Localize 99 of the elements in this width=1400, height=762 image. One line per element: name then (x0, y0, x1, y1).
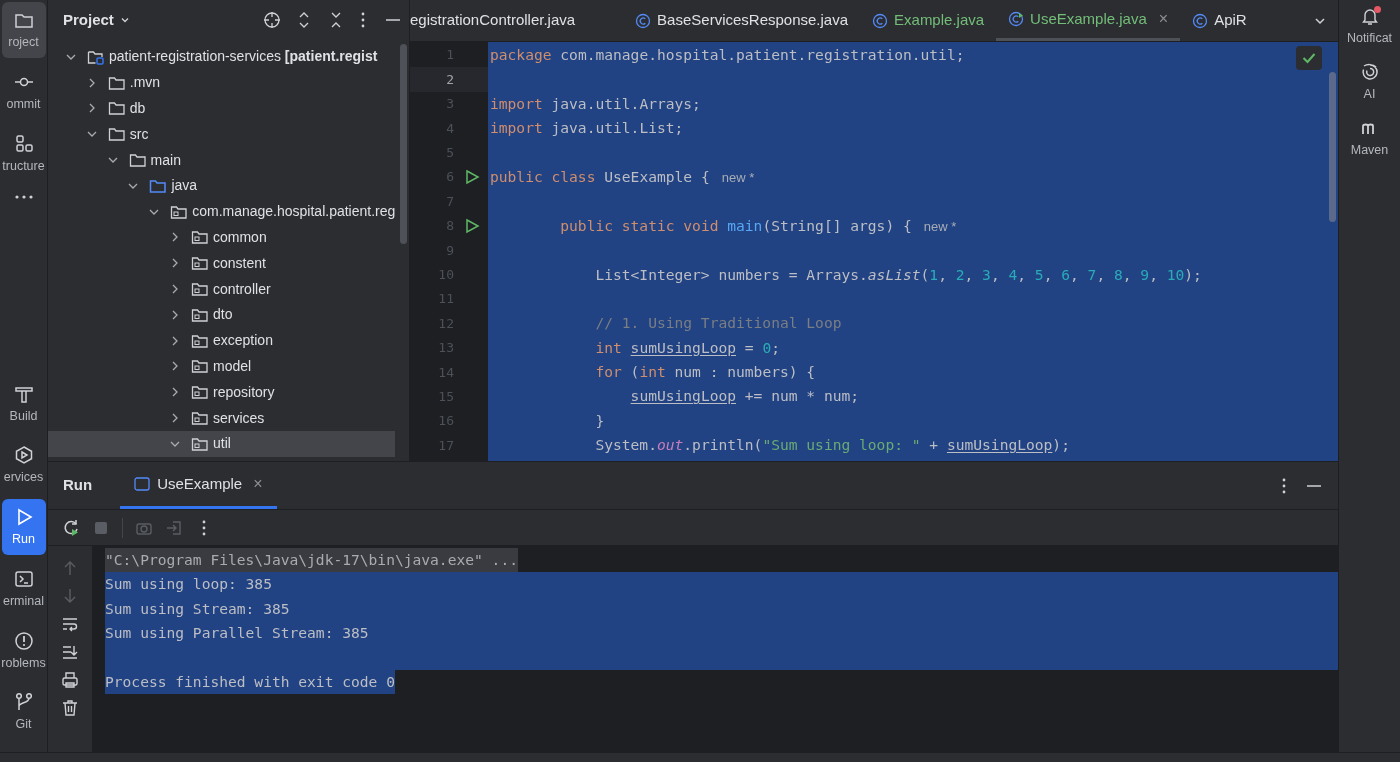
folder-icon (107, 126, 126, 143)
class-icon (635, 12, 652, 29)
tree-item[interactable]: common (213, 226, 267, 248)
code-line: public class UseExample { new * (489, 166, 755, 187)
tool-window-button[interactable]: Notificat (1340, 6, 1399, 48)
folder-icon (87, 48, 105, 65)
package-icon (170, 203, 189, 220)
tree-item[interactable]: controller (213, 278, 271, 300)
tool-window-button[interactable]: Git (1, 684, 46, 740)
tool-window-button[interactable]: Maven (1340, 117, 1399, 160)
tool-window-button[interactable]: erminal (1, 560, 46, 617)
more-icon[interactable] (13, 195, 34, 200)
console-line: Sum using Parallel Stream: 385 (105, 623, 369, 644)
package-icon (191, 358, 209, 375)
tree-item[interactable]: model (213, 355, 252, 377)
editor-tab[interactable]: egistrationController.java (410, 0, 624, 41)
run-icon[interactable] (464, 169, 480, 186)
spiral-icon (1359, 61, 1380, 82)
package-icon (191, 384, 209, 401)
rerun-icon[interactable] (62, 518, 80, 537)
line-number: 2 (445, 70, 454, 89)
tree-item[interactable]: src (129, 123, 149, 145)
close-button[interactable]: × (253, 472, 263, 496)
branch-icon (13, 692, 34, 713)
bell-icon (1359, 6, 1380, 26)
package-icon (191, 281, 209, 298)
tree-item[interactable]: main (150, 149, 181, 171)
tree-item[interactable]: com.manage.hospital.patient.reg (192, 201, 396, 223)
tree-item[interactable]: db (129, 98, 146, 119)
collapse-icon[interactable] (329, 11, 343, 29)
class-icon (872, 12, 889, 29)
console-line: Sum using loop: 385 (105, 574, 272, 595)
minimize-icon[interactable] (385, 18, 401, 22)
terminal-icon (13, 568, 34, 589)
package-icon (191, 229, 209, 246)
alert-icon (13, 630, 34, 651)
class-icon (1192, 12, 1209, 29)
tool-window-button[interactable]: Build (1, 375, 46, 432)
folder-icon (128, 152, 147, 169)
more-icon[interactable] (1282, 477, 1286, 494)
check-icon[interactable] (1296, 46, 1322, 70)
tool-window-button[interactable]: ervices (1, 437, 46, 493)
more-icon[interactable] (361, 12, 365, 28)
tool-window-button[interactable]: AI (1340, 61, 1399, 104)
folder-icon (107, 74, 126, 91)
run-icon[interactable] (464, 217, 480, 234)
code-line: System.out.println("Sum using loop: " + sumUsingLoop); (594, 435, 1070, 456)
console-icon (134, 477, 151, 491)
wrap-icon[interactable] (61, 615, 79, 633)
tree-item[interactable]: .mvn (129, 72, 161, 94)
code-line: } (594, 410, 605, 431)
tree-item[interactable]: constent (213, 252, 266, 274)
tree-item[interactable]: patient-registration-services [patient.regist (109, 46, 378, 68)
editor-tab[interactable]: ApiR (1180, 0, 1259, 41)
folder-icon (149, 177, 168, 194)
scrollbar[interactable] (400, 44, 407, 244)
tree-item[interactable]: dto (213, 304, 233, 326)
folder-icon (107, 100, 126, 117)
trash-icon[interactable] (61, 699, 79, 717)
editor-tab[interactable]: Example.java (860, 0, 997, 41)
class-icon (1008, 11, 1025, 27)
package-icon (191, 332, 209, 349)
tree-item[interactable]: util (213, 433, 231, 455)
package-icon (191, 410, 209, 427)
chevron-down-icon[interactable] (119, 15, 130, 25)
code-line: package com.manage.hospital.patient.registration.util; (489, 45, 965, 65)
panel-title: Run (63, 475, 93, 496)
package-icon (191, 306, 209, 323)
code-line: int sumUsingLoop = 0; (594, 337, 780, 358)
run-tab[interactable]: UseExample × (120, 462, 277, 509)
code-line: sumUsingLoop += num * num; (629, 386, 860, 407)
code-line: for (int num : numbers) { (594, 362, 816, 383)
minimize-icon[interactable] (1306, 483, 1322, 488)
code-line: List<Integer> numbers = Arrays.asList(1, 2, 3, 4, 5, 6, 7, 8, 9, 10); (594, 264, 1202, 285)
close-button[interactable]: × (1158, 7, 1169, 31)
code-line: import java.util.Arrays; (489, 93, 701, 114)
console-line: Sum using Stream: 385 (105, 598, 290, 619)
tree-item[interactable]: exception (213, 330, 273, 352)
tool-window-button[interactable]: Run (1, 499, 46, 555)
tool-window-button[interactable]: ommit (1, 63, 46, 120)
panel-title[interactable]: Project (63, 8, 114, 32)
tree-item[interactable]: repository (213, 381, 275, 403)
code-line: // 1. Using Traditional Loop (594, 313, 842, 334)
printer-icon[interactable] (61, 671, 79, 689)
crosshair-icon[interactable] (263, 11, 281, 29)
tree-item[interactable]: java (171, 175, 198, 197)
package-icon (191, 435, 209, 452)
tree-item[interactable]: services (213, 407, 265, 429)
expand-icon[interactable] (297, 11, 311, 29)
tool-window-button[interactable]: roblems (1, 622, 46, 679)
scroll-to-end-icon[interactable] (61, 643, 79, 661)
package-icon (191, 255, 209, 272)
code-line: import java.util.List; (489, 118, 684, 139)
code-line: public static void main(String[] args) { new * (559, 215, 957, 236)
tool-window-button[interactable]: roject (1, 2, 46, 58)
scrollbar[interactable] (1329, 72, 1336, 222)
structure-icon (13, 133, 34, 154)
editor-tab[interactable]: BaseServicesResponse.java (623, 0, 861, 41)
tool-window-button[interactable]: tructure (1, 125, 46, 182)
